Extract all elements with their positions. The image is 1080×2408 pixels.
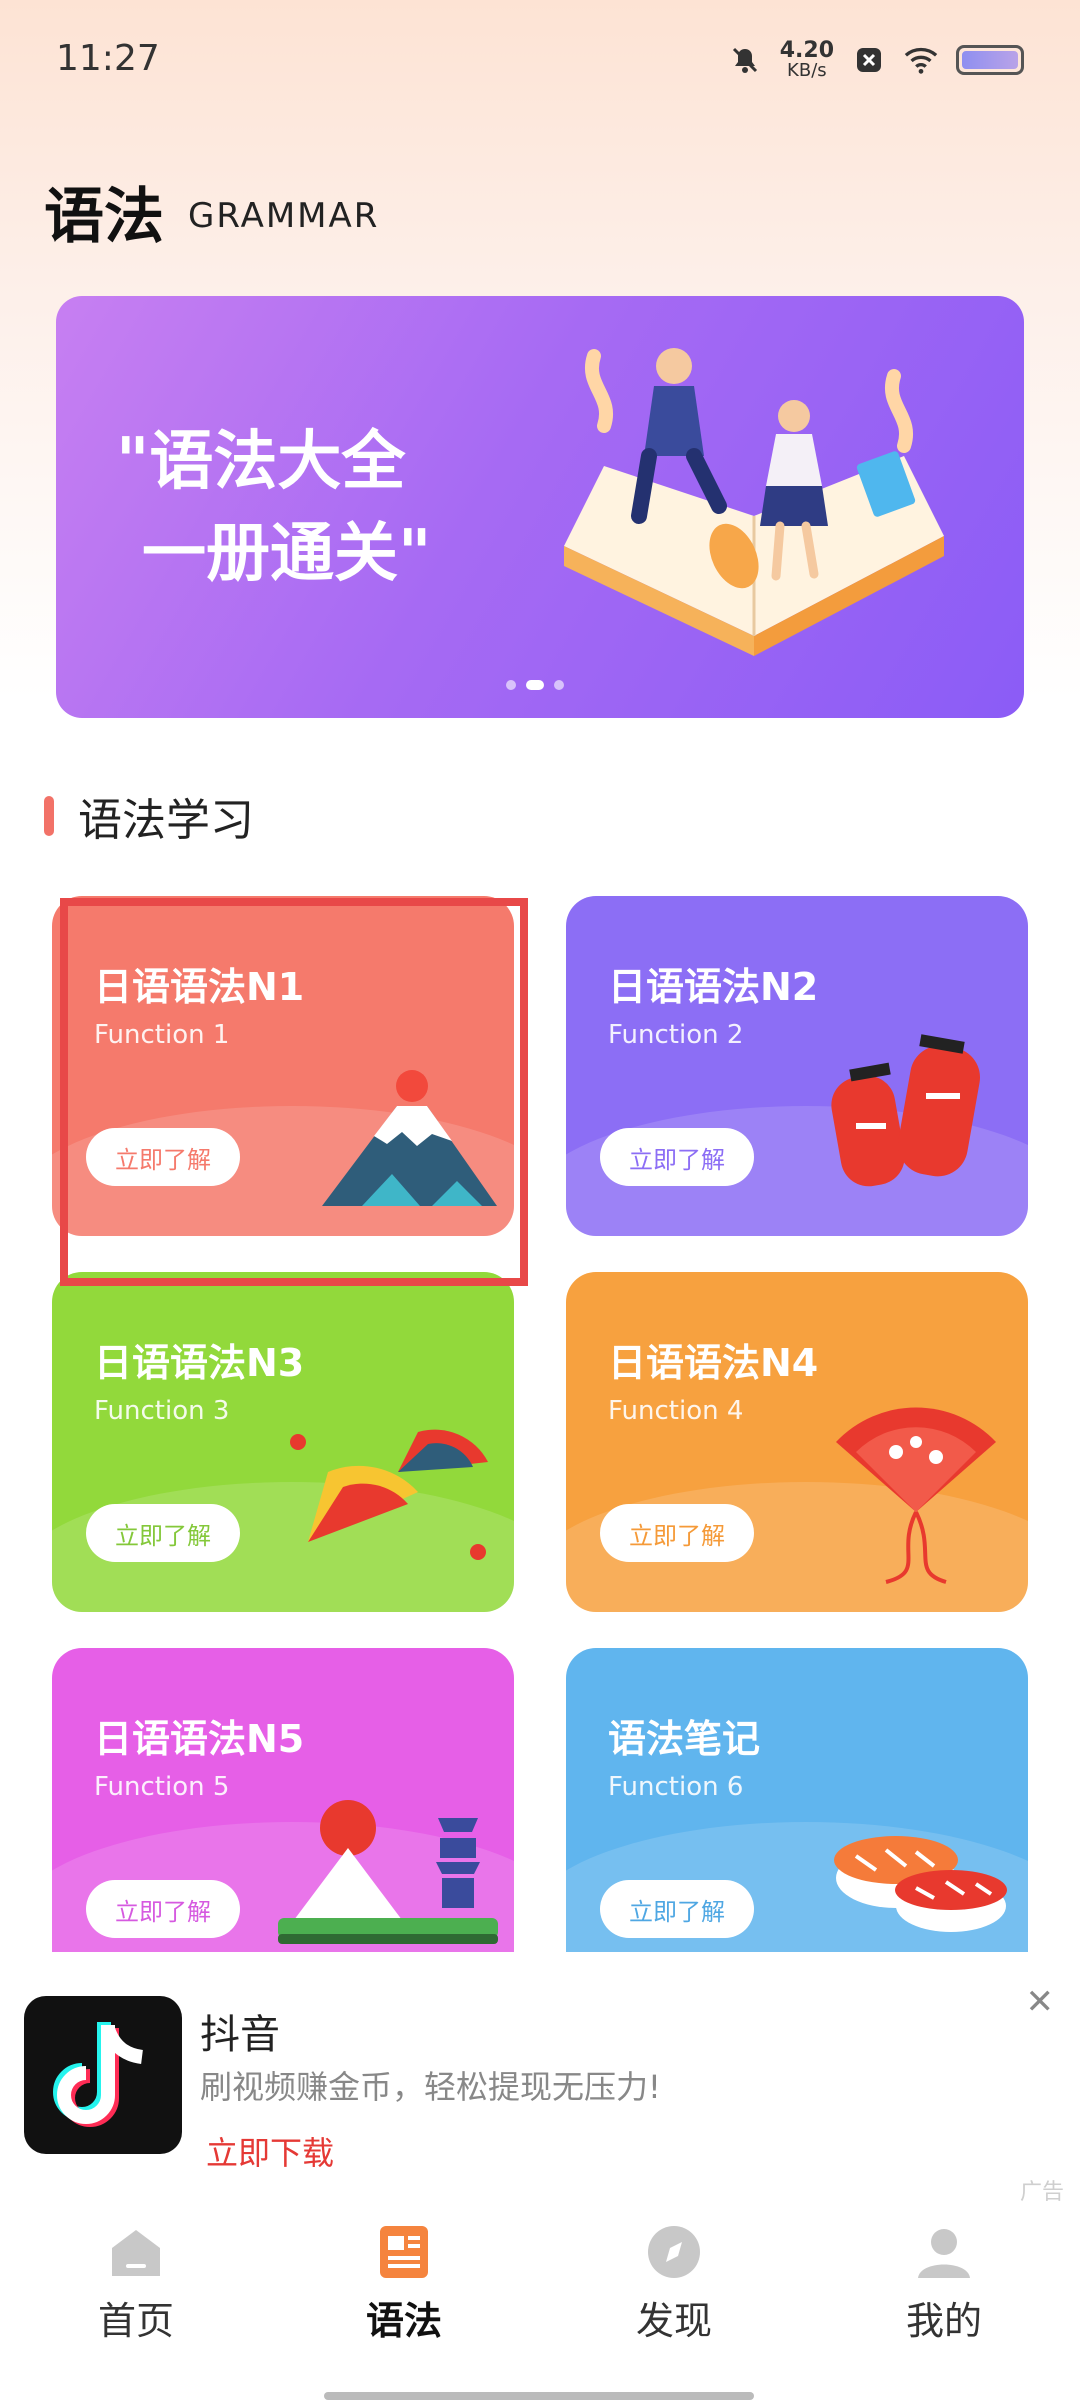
- bottom-navigation: 首页 语法 发现 我的: [0, 2212, 1080, 2408]
- net-speed: 4.20 KB/s: [780, 40, 834, 80]
- nav-label: 发现: [635, 2299, 712, 2343]
- nav-item-discover[interactable]: 发现: [574, 2222, 774, 2345]
- section-title: 语法学习: [78, 795, 254, 846]
- nav-label: 首页: [97, 2299, 174, 2343]
- compass-icon: [644, 2222, 704, 2282]
- banner-line-2: 一册通关": [142, 517, 432, 591]
- card-title: 语法笔记: [608, 1717, 761, 1761]
- sushi-icon: [834, 1836, 1007, 1932]
- status-time: 11:27: [56, 38, 160, 79]
- banner-dot-3[interactable]: [554, 680, 564, 690]
- japan-landscape-icon: [278, 1800, 498, 1944]
- card-subtitle: Function 2: [608, 1020, 744, 1050]
- ad-description: 刷视频赚金币，轻松提现无压力!: [200, 2068, 661, 2106]
- card-title: 日语语法N3: [94, 1341, 305, 1385]
- home-indicator[interactable]: [324, 2392, 754, 2400]
- students-on-book-illustration: [564, 348, 944, 656]
- douyin-app-icon[interactable]: [24, 1996, 182, 2154]
- net-speed-unit: KB/s: [787, 60, 827, 81]
- learn-more-button[interactable]: 立即了解: [86, 1880, 240, 1938]
- folding-fans-icon: [290, 1429, 488, 1560]
- lanterns-icon: [831, 1034, 981, 1187]
- close-icon[interactable]: ✕: [1026, 1982, 1055, 2022]
- battery-icon: [956, 45, 1024, 75]
- nav-label: 语法: [365, 2299, 442, 2343]
- promo-banner[interactable]: "语法大全 一册通关": [56, 296, 1024, 718]
- banner-line-1: "语法大全: [116, 425, 406, 499]
- page-title: 语法: [44, 182, 164, 252]
- card-subtitle: Function 3: [94, 1396, 230, 1426]
- net-speed-value: 4.20: [779, 38, 834, 63]
- home-icon: [106, 2222, 166, 2282]
- learn-more-button[interactable]: 立即了解: [86, 1504, 240, 1562]
- banner-text: "语法大全 一册通关": [116, 416, 431, 600]
- banner-dot-2[interactable]: [526, 680, 544, 690]
- card-title: 日语语法N4: [608, 1341, 819, 1385]
- grammar-card-n5[interactable]: 日语语法N5 Function 5 立即了解: [52, 1648, 514, 1952]
- grammar-card-n4[interactable]: 日语语法N4 Function 4 立即了解: [566, 1272, 1028, 1612]
- card-title: 日语语法N5: [94, 1717, 305, 1761]
- card-subtitle: Function 6: [608, 1772, 744, 1802]
- wifi-icon: [904, 43, 938, 77]
- banner-dot-1[interactable]: [506, 680, 516, 690]
- grammar-card-n3[interactable]: 日语语法N3 Function 3 立即了解: [52, 1272, 514, 1612]
- notification-x-icon: [852, 43, 886, 77]
- ad-banner[interactable]: 抖音 刷视频赚金币，轻松提现无压力! 立即下载 ✕ 广告: [0, 1952, 1080, 2205]
- nav-item-home[interactable]: 首页: [36, 2222, 236, 2345]
- learn-more-button[interactable]: 立即了解: [600, 1504, 754, 1562]
- status-icons: 4.20 KB/s: [728, 40, 1024, 80]
- ad-download-button[interactable]: 立即下载: [206, 2128, 334, 2174]
- status-bar: 11:27 4.20 KB/s: [0, 0, 1080, 120]
- grammar-card-n2[interactable]: 日语语法N2 Function 2 立即了解: [566, 896, 1028, 1236]
- card-title: 日语语法N2: [608, 965, 819, 1009]
- card-subtitle: Function 5: [94, 1772, 230, 1802]
- nav-label: 我的: [905, 2299, 982, 2343]
- sakura-fan-icon: [836, 1407, 996, 1584]
- card-subtitle: Function 4: [608, 1396, 744, 1426]
- user-icon: [914, 2222, 974, 2282]
- book-icon: [374, 2222, 434, 2282]
- learn-more-button[interactable]: 立即了解: [600, 1880, 754, 1938]
- banner-pagination[interactable]: [506, 680, 564, 690]
- ad-app-name: 抖音: [200, 2012, 280, 2058]
- nav-item-profile[interactable]: 我的: [844, 2222, 1044, 2345]
- section-header: 语法学习: [44, 784, 254, 848]
- mute-icon: [728, 43, 762, 77]
- selection-highlight: [60, 898, 528, 1286]
- learn-more-button[interactable]: 立即了解: [600, 1128, 754, 1186]
- grammar-notes-card[interactable]: 语法笔记 Function 6 立即了解: [566, 1648, 1028, 1952]
- section-accent-bar: [44, 796, 54, 836]
- nav-item-grammar[interactable]: 语法: [304, 2222, 504, 2345]
- page-subtitle: GRAMMAR: [188, 196, 380, 236]
- ad-label: 广告: [1019, 2180, 1064, 2205]
